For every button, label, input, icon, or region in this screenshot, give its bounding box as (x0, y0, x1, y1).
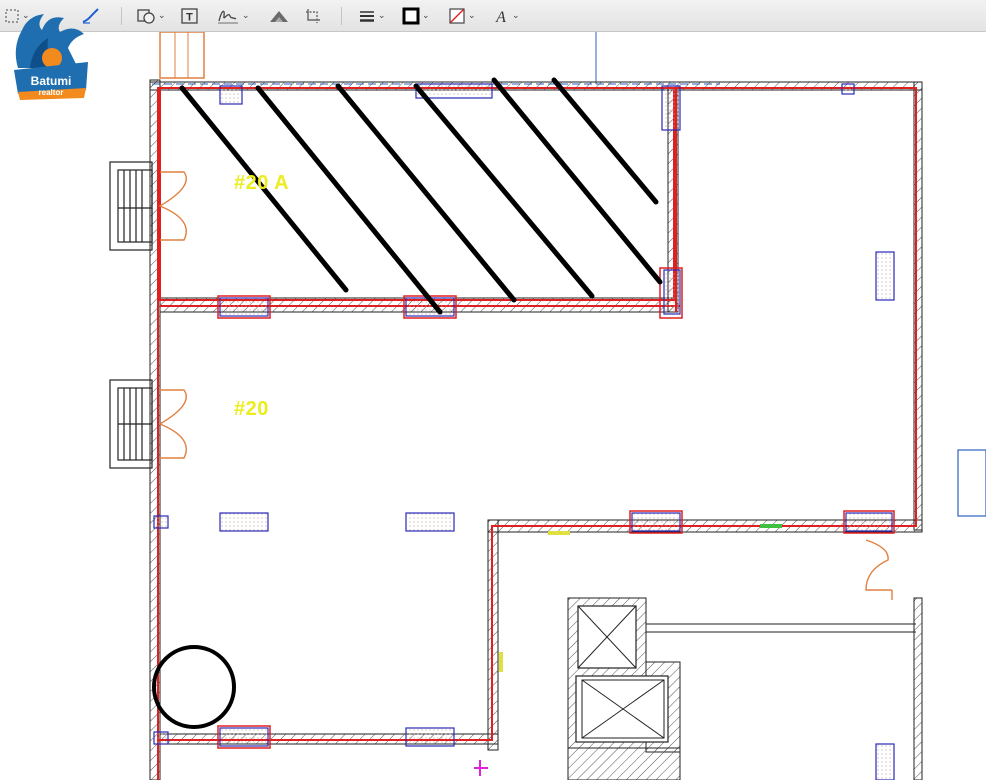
border-color-button[interactable]: ⌄ (402, 5, 430, 27)
doors (158, 171, 893, 600)
elevator-shafts (567, 597, 916, 780)
fill-color-icon (449, 8, 465, 24)
text-tool-glyph: T (186, 12, 193, 24)
text-style-icon: A (495, 9, 506, 25)
left-window-units (109, 161, 153, 469)
chevron-down-icon: ⌄ (242, 11, 250, 21)
signature-icon (218, 10, 238, 24)
fill-color-button[interactable]: ⌄ (448, 5, 476, 27)
sign-tool-button[interactable]: ⌄ (216, 5, 250, 27)
document-canvas[interactable]: #20 A #20 (0, 32, 986, 780)
markup-strike-lines (179, 77, 663, 315)
chevron-down-icon: ⌄ (512, 11, 520, 21)
toolbar-separator (121, 7, 122, 25)
logo-subtitle: realtor (38, 88, 64, 97)
crop-icon (306, 9, 320, 23)
chevron-down-icon: ⌄ (378, 11, 386, 21)
chevron-down-icon: ⌄ (468, 11, 476, 21)
text-style-button[interactable]: A ⌄ (492, 5, 520, 27)
adjust-color-tool-button[interactable] (268, 5, 290, 27)
floor-plan-drawing (109, 32, 986, 780)
text-style-glyph: A (495, 9, 506, 25)
markup-circle[interactable] (152, 645, 236, 729)
markup-toolbar: ⌄ ⌄ T ⌄ ⌄ ⌄ ⌄ A ⌄ (0, 0, 986, 32)
chevron-down-icon: ⌄ (158, 11, 166, 21)
shapes-tool-button[interactable]: ⌄ (136, 5, 166, 27)
text-tool-button[interactable]: T (180, 5, 200, 27)
top-stair-fragment (152, 32, 720, 85)
crop-tool-button[interactable] (304, 5, 324, 27)
logo-title: Batumi (30, 74, 72, 88)
text-box-icon: T (181, 8, 198, 24)
batumi-realtor-logo: Batumi realtor (8, 8, 94, 102)
shape-style-button[interactable]: ⌄ (358, 5, 386, 27)
room-label-20: #20 (234, 398, 269, 420)
adjust-color-icon (270, 11, 288, 22)
shapes-icon (137, 9, 155, 24)
chevron-down-icon: ⌄ (422, 11, 430, 21)
small-markers (474, 449, 986, 776)
border-color-icon (402, 7, 420, 25)
line-style-icon (360, 11, 374, 22)
toolbar-separator (341, 7, 342, 25)
room-label-20a: #20 A (234, 172, 290, 194)
